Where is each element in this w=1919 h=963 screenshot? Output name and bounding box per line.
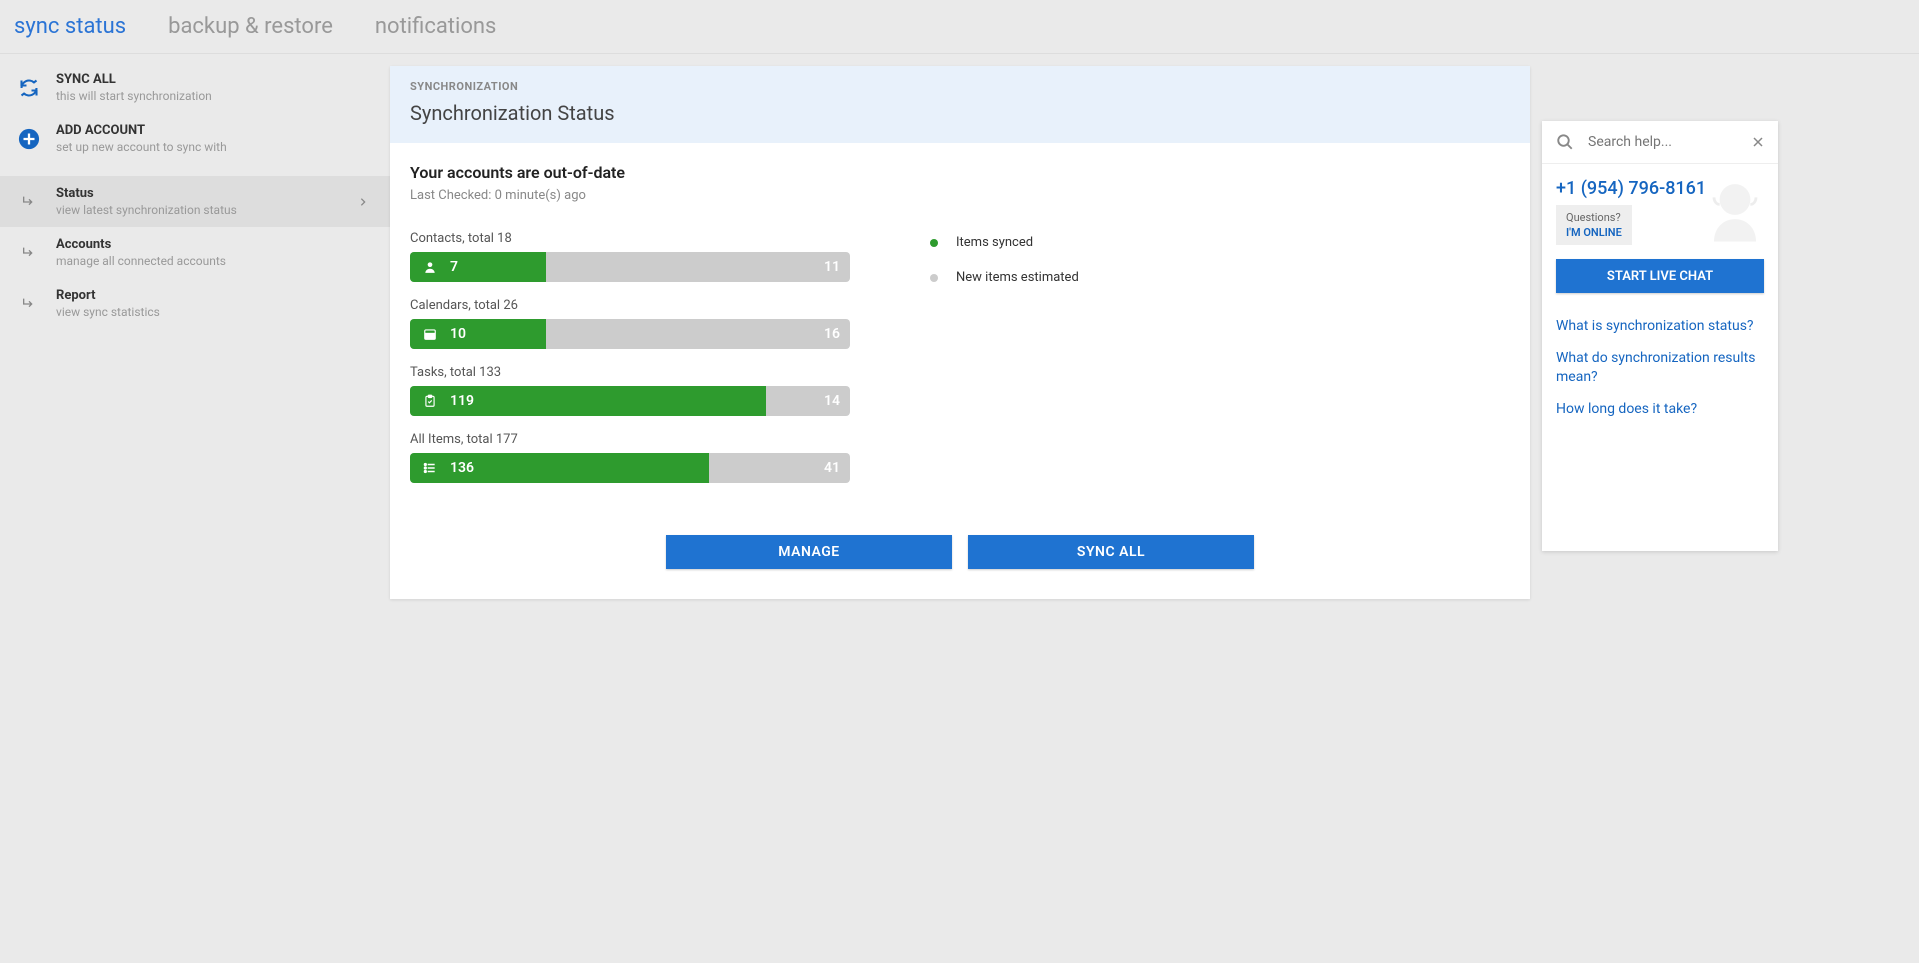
tab-notifications[interactable]: notifications xyxy=(375,14,497,39)
card-suptitle: SYNCHRONIZATION xyxy=(410,80,1510,93)
sidebar-item-sub: view latest synchronization status xyxy=(56,203,237,217)
search-icon xyxy=(1556,133,1574,151)
help-panel: +1 (954) 796-8161 Questions? I'M ONLINE … xyxy=(1542,121,1778,551)
card-header: SYNCHRONIZATION Synchronization Status xyxy=(390,66,1530,143)
main-card: SYNCHRONIZATION Synchronization Status Y… xyxy=(390,66,1530,599)
bar-contacts: Contacts, total 18 7 11 xyxy=(410,231,850,282)
status-title: Your accounts are out-of-date xyxy=(410,163,1510,182)
tab-backup-restore[interactable]: backup & restore xyxy=(168,14,333,39)
bar-all: All Items, total 177 136 41 xyxy=(410,432,850,483)
arrow-sub-icon xyxy=(18,242,40,264)
calendar-icon xyxy=(422,326,438,342)
sidebar-item-sub: manage all connected accounts xyxy=(56,254,226,268)
bar-label: Calendars, total 26 xyxy=(410,298,850,313)
sidebar-report[interactable]: Report view sync statistics xyxy=(0,278,390,329)
chat-bubble: Questions? I'M ONLINE xyxy=(1556,205,1632,245)
sidebar-accounts[interactable]: Accounts manage all connected accounts xyxy=(0,227,390,278)
manage-button[interactable]: MANAGE xyxy=(666,535,952,569)
arrow-sub-icon xyxy=(18,293,40,315)
new-value: 16 xyxy=(824,326,840,342)
sidebar-item-sub: view sync statistics xyxy=(56,305,160,319)
sidebar-item-sub: set up new account to sync with xyxy=(56,140,227,154)
clipboard-icon xyxy=(422,393,438,409)
legend: Items synced New items estimated xyxy=(930,231,1079,499)
start-live-chat-button[interactable]: START LIVE CHAT xyxy=(1556,259,1764,293)
sidebar-add-account[interactable]: ADD ACCOUNT set up new account to sync w… xyxy=(0,113,390,164)
status-subtitle: Last Checked: 0 minute(s) ago xyxy=(410,188,1510,203)
sidebar-item-title: Accounts xyxy=(56,237,226,252)
sync-icon xyxy=(18,77,40,99)
bar-label: Contacts, total 18 xyxy=(410,231,850,246)
sync-all-button[interactable]: SYNC ALL xyxy=(968,535,1254,569)
help-search xyxy=(1542,121,1778,164)
help-link[interactable]: What do synchronization results mean? xyxy=(1542,343,1778,394)
online-status: I'M ONLINE xyxy=(1566,226,1622,239)
close-icon[interactable] xyxy=(1752,136,1764,148)
synced-value: 136 xyxy=(450,460,474,476)
help-search-input[interactable] xyxy=(1588,134,1766,150)
sidebar-status[interactable]: Status view latest synchronization statu… xyxy=(0,176,390,227)
card-title: Synchronization Status xyxy=(410,101,1510,125)
sidebar-item-title: Status xyxy=(56,186,237,201)
bar-label: Tasks, total 133 xyxy=(410,365,850,380)
sidebar: SYNC ALL this will start synchronization… xyxy=(0,54,390,639)
questions-text: Questions? xyxy=(1566,211,1622,224)
new-value: 41 xyxy=(824,460,840,476)
list-icon xyxy=(422,460,438,476)
arrow-sub-icon xyxy=(18,191,40,213)
tab-sync-status[interactable]: sync status xyxy=(14,14,126,39)
person-icon xyxy=(422,259,438,275)
synced-value: 7 xyxy=(450,259,458,275)
synced-value: 10 xyxy=(450,326,466,342)
chevron-right-icon xyxy=(358,195,368,209)
new-value: 14 xyxy=(824,393,840,409)
legend-dot-new xyxy=(930,274,938,282)
help-link[interactable]: What is synchronization status? xyxy=(1542,311,1778,343)
sidebar-item-title: Report xyxy=(56,288,160,303)
sidebar-item-sub: this will start synchronization xyxy=(56,89,212,103)
bar-calendars: Calendars, total 26 10 16 xyxy=(410,298,850,349)
sidebar-sync-all[interactable]: SYNC ALL this will start synchronization xyxy=(0,62,390,113)
top-tabs: sync status backup & restore notificatio… xyxy=(0,0,1919,54)
new-value: 11 xyxy=(824,259,840,275)
bar-tasks: Tasks, total 133 119 14 xyxy=(410,365,850,416)
plus-circle-icon xyxy=(18,128,40,150)
synced-value: 119 xyxy=(450,393,474,409)
sidebar-item-title: SYNC ALL xyxy=(56,72,212,87)
agent-avatar-icon xyxy=(1700,175,1770,245)
sidebar-item-title: ADD ACCOUNT xyxy=(56,123,227,138)
legend-label: Items synced xyxy=(956,235,1033,250)
bar-label: All Items, total 177 xyxy=(410,432,850,447)
legend-label: New items estimated xyxy=(956,270,1079,285)
legend-dot-synced xyxy=(930,239,938,247)
help-link[interactable]: How long does it take? xyxy=(1542,394,1778,426)
